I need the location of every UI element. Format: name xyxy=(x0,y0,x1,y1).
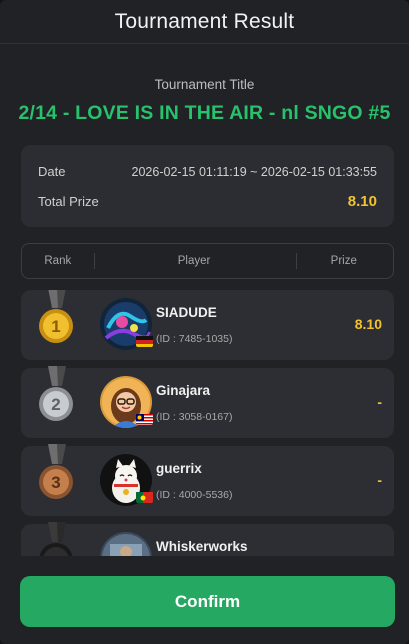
dialog-footer: Confirm xyxy=(0,556,409,644)
result-row[interactable]: 2 Ginajara (ID : 3058-0167) - xyxy=(21,366,394,438)
header-divider xyxy=(94,253,95,269)
tournament-result-dialog: Tournament Result Tournament Title 2/14 … xyxy=(0,0,409,644)
header-divider xyxy=(296,253,297,269)
player-prize: 8.10 xyxy=(354,316,382,332)
player-id: (ID : 7485-1035) xyxy=(156,333,233,345)
player-avatar[interactable] xyxy=(100,532,152,556)
medal-rank-number: 2 xyxy=(51,395,60,414)
results-table-header: Rank Player Prize xyxy=(21,243,394,279)
total-prize-value: 8.10 xyxy=(347,193,377,210)
column-header-player: Player xyxy=(177,255,211,267)
tournament-title-label: Tournament Title xyxy=(154,77,255,92)
player-prize: - xyxy=(377,394,382,410)
player-prize: - xyxy=(377,472,382,488)
result-row[interactable]: Whiskerworks xyxy=(21,522,394,556)
player-id: (ID : 3058-0167) xyxy=(156,411,233,423)
results-list[interactable]: 1 SIADUDE (ID : 7485-1035) 8.10 2 Ginaja… xyxy=(0,290,409,556)
result-row[interactable]: 3 guerrix (ID: 4000-5536) - xyxy=(21,444,394,516)
player-name: Ginajara xyxy=(156,383,211,398)
rank-4-badge-icon xyxy=(35,522,79,556)
silver-medal-icon: 2 xyxy=(35,366,79,438)
dialog-title: Tournament Result xyxy=(114,9,295,33)
date-value: 2026-02-15 01:11:19 ~ 2026-02-15 01:33:5… xyxy=(131,164,377,179)
bronze-medal-icon: 3 xyxy=(35,444,79,516)
germany-flag-icon xyxy=(136,335,153,347)
player-name: guerrix xyxy=(156,461,202,476)
gold-medal-icon: 1 xyxy=(35,290,79,360)
date-label: Date xyxy=(38,164,66,179)
medal-rank-number: 3 xyxy=(51,473,60,492)
dialog-header: Tournament Result xyxy=(0,0,409,44)
tournament-title: 2/14 - LOVE IS IN THE AIR - nl SNGO #5 xyxy=(18,102,391,124)
player-id: (ID : 4000-5536) xyxy=(156,489,233,501)
portugal-flag-icon xyxy=(136,491,153,503)
confirm-button[interactable]: Confirm xyxy=(20,576,395,627)
player-name: SIADUDE xyxy=(156,305,217,320)
medal-rank-number: 1 xyxy=(51,317,60,336)
column-header-rank: Rank xyxy=(44,255,72,267)
column-header-prize: Prize xyxy=(330,255,357,267)
player-name: Whiskerworks xyxy=(156,539,248,554)
total-prize-label: Total Prize xyxy=(38,194,99,209)
date-row: Date 2026-02-15 01:11:19 ~ 2026-02-15 01… xyxy=(38,164,377,179)
result-row[interactable]: 1 SIADUDE (ID : 7485-1035) 8.10 xyxy=(21,290,394,360)
malaysia-flag-icon xyxy=(136,413,153,425)
tournament-info-card: Date 2026-02-15 01:11:19 ~ 2026-02-15 01… xyxy=(21,145,394,227)
total-prize-row: Total Prize 8.10 xyxy=(38,193,377,210)
